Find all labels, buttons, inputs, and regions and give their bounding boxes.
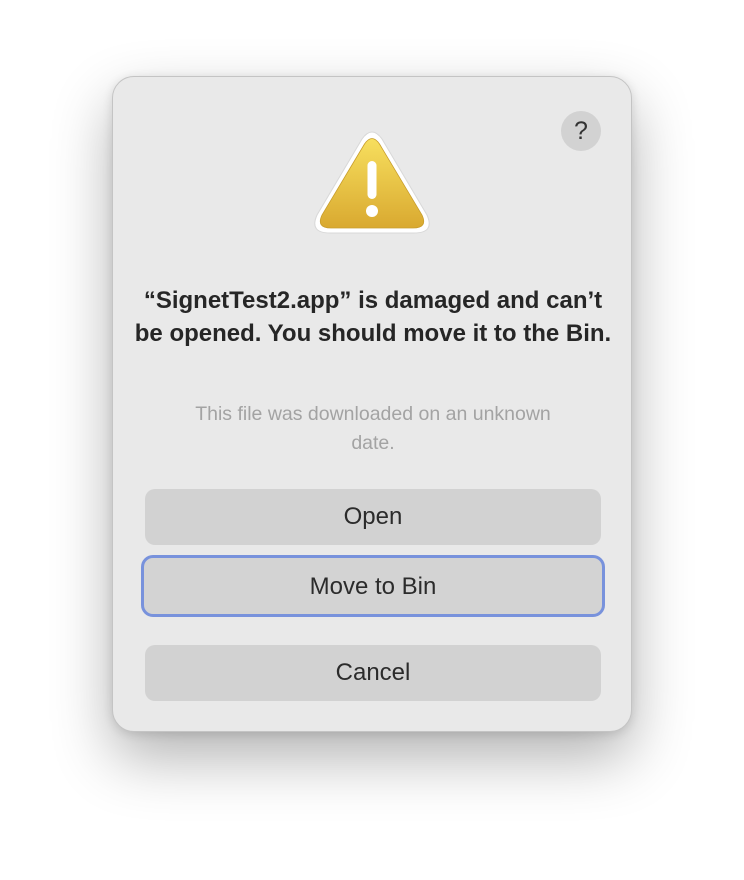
help-button[interactable]: ? [561,111,601,151]
open-button[interactable]: Open [145,489,601,545]
alert-title: “SignetTest2.app” is damaged and can’t b… [134,287,612,347]
move-to-bin-button[interactable]: Move to Bin [141,555,605,617]
alert-dialog: ? “SignetTest2.app” is damaged and can’t… [112,76,632,732]
cancel-button[interactable]: Cancel [145,645,601,701]
alert-message: This file was downloaded on an unknown d… [195,403,551,454]
warning-icon [314,131,430,234]
